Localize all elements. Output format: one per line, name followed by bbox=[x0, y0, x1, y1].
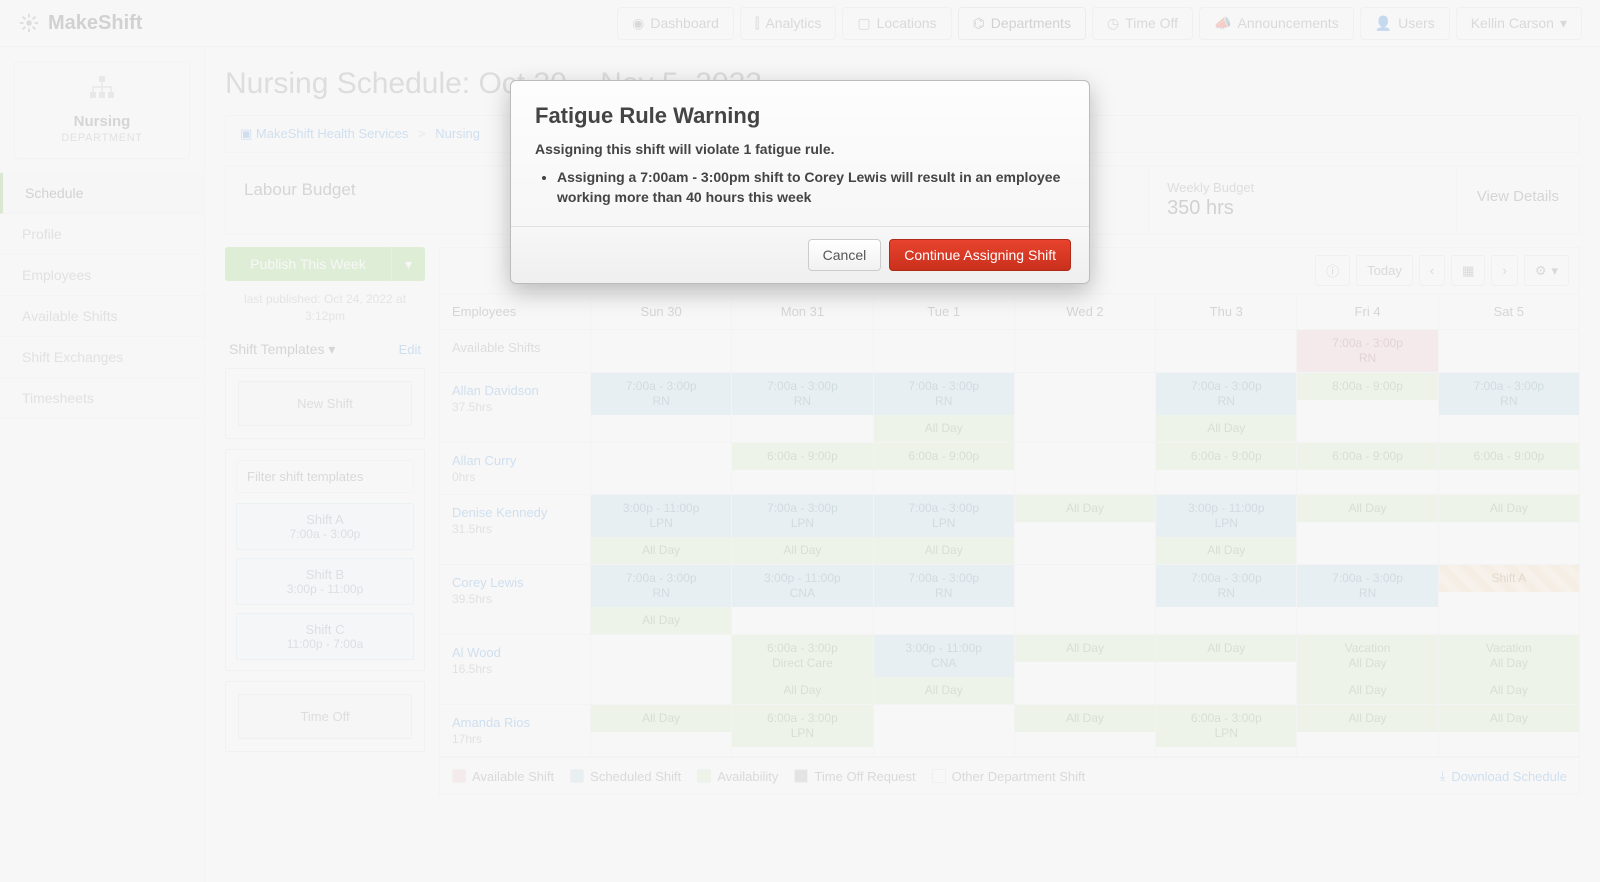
modal-lead: Assigning this shift will violate 1 fati… bbox=[535, 141, 1065, 157]
continue-assigning-button[interactable]: Continue Assigning Shift bbox=[889, 239, 1071, 271]
cancel-button[interactable]: Cancel bbox=[808, 239, 882, 271]
modal-title: Fatigue Rule Warning bbox=[535, 103, 1065, 129]
fatigue-warning-modal: Fatigue Rule Warning Assigning this shif… bbox=[510, 80, 1090, 284]
modal-bullet: Assigning a 7:00am - 3:00pm shift to Cor… bbox=[557, 167, 1065, 208]
